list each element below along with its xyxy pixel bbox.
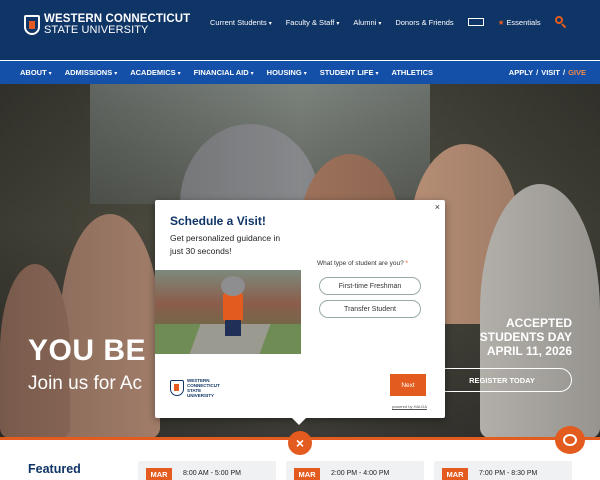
- chevron-down-icon: ▾: [378, 20, 382, 27]
- nav-admissions[interactable]: ADMISSIONS ▾: [65, 68, 118, 77]
- search-icon[interactable]: [554, 16, 567, 29]
- nav-housing[interactable]: HOUSING ▾: [267, 68, 307, 77]
- toplink-faculty-staff[interactable]: Faculty & Staff ▾: [286, 18, 340, 27]
- close-popup-button[interactable]: ×: [288, 431, 312, 455]
- university-logo[interactable]: WESTERN CONNECTICUT STATE UNIVERSITY: [24, 13, 190, 36]
- toplink-current-students[interactable]: Current Students ▾: [210, 18, 272, 27]
- give-link[interactable]: GIVE: [568, 68, 586, 77]
- required-mark: *: [405, 260, 409, 267]
- popup-mascot-photo: [155, 270, 301, 354]
- chevron-down-icon: ▾: [177, 71, 181, 77]
- toplink-alumni[interactable]: Alumni ▾: [353, 18, 381, 27]
- event-card[interactable]: MAR 7:00 PM - 8:30 PM: [434, 461, 572, 480]
- logo-line-2: STATE UNIVERSITY: [44, 24, 149, 36]
- hero-title: YOU BE: [28, 334, 147, 367]
- star-icon: ★: [497, 17, 505, 27]
- visit-link[interactable]: VISIT: [541, 68, 560, 77]
- nav-student-life[interactable]: STUDENT LIFE ▾: [320, 68, 379, 77]
- register-today-button[interactable]: REGISTER TODAY: [432, 368, 572, 392]
- powered-by-link[interactable]: powered by HALDA: [391, 404, 427, 410]
- nav-financial-aid[interactable]: FINANCIAL AID ▾: [194, 68, 254, 77]
- event-card[interactable]: MAR 2:00 PM - 4:00 PM: [286, 461, 424, 480]
- nav-academics[interactable]: ACADEMICS ▾: [130, 68, 180, 77]
- chevron-down-icon: ▾: [48, 71, 52, 77]
- main-nav: ABOUT ▾ ADMISSIONS ▾ ACADEMICS ▾ FINANCIAL …: [0, 61, 600, 84]
- event-time: 8:00 AM - 5:00 PM: [183, 470, 241, 477]
- translate-icon[interactable]: [467, 18, 484, 26]
- chat-button[interactable]: [555, 426, 585, 454]
- chevron-down-icon: ▾: [336, 20, 340, 27]
- popup-university-logo: WESTERN CONNECTICUT STATE UNIVERSITY: [170, 378, 220, 398]
- option-first-time-freshman[interactable]: First-time Freshman: [319, 277, 421, 295]
- event-card[interactable]: MAR 8:00 AM - 5:00 PM: [138, 461, 276, 480]
- next-button[interactable]: Next: [390, 374, 426, 396]
- event-time: 2:00 PM - 4:00 PM: [331, 470, 390, 477]
- event-month-badge: MAR: [442, 468, 468, 480]
- cta-separator: /: [536, 68, 539, 77]
- popup-description: Get personalized guidance in just 30 sec…: [170, 233, 281, 256]
- chevron-down-icon: ▾: [268, 20, 272, 27]
- event-month-badge: MAR: [146, 468, 172, 480]
- shield-logo-icon: [170, 380, 184, 396]
- popup-title: Schedule a Visit!: [170, 214, 266, 228]
- essentials-link[interactable]: ★ Essentials: [498, 18, 541, 27]
- close-icon[interactable]: ×: [435, 202, 440, 212]
- hero-subtitle: Join us for Ac: [28, 373, 143, 394]
- nav-about[interactable]: ABOUT ▾: [20, 68, 52, 77]
- featured-heading: Featured: [28, 462, 81, 476]
- event-time: 7:00 PM - 8:30 PM: [479, 470, 538, 477]
- event-announcement: ACCEPTED STUDENTS DAY APRIL 11, 2026: [479, 316, 572, 358]
- chevron-down-icon: ▾: [114, 71, 118, 77]
- nav-athletics[interactable]: ATHLETICS: [391, 68, 433, 77]
- popup-pointer: [291, 417, 307, 425]
- student-type-question: What type of student are you? *: [317, 260, 409, 267]
- utility-nav: Current Students ▾ Faculty & Staff ▾ Alumn…: [210, 16, 567, 29]
- cta-separator: /: [562, 68, 566, 77]
- apply-link[interactable]: APPLY: [509, 68, 533, 77]
- chevron-down-icon: ▾: [303, 71, 307, 77]
- schedule-visit-popup: × Schedule a Visit! Get personalized gui…: [155, 200, 445, 418]
- top-header: WESTERN CONNECTICUT STATE UNIVERSITY Cur…: [0, 0, 600, 60]
- option-transfer-student[interactable]: Transfer Student: [319, 300, 421, 318]
- chevron-down-icon: ▾: [250, 71, 254, 77]
- cta-links: APPLY / VISIT / GIVE: [506, 61, 586, 84]
- chat-icon: [563, 434, 577, 446]
- toplink-donors-friends[interactable]: Donors & Friends: [395, 18, 453, 27]
- event-month-badge: MAR: [294, 468, 320, 480]
- chevron-down-icon: ▾: [375, 71, 379, 77]
- shield-logo-icon: [24, 15, 40, 35]
